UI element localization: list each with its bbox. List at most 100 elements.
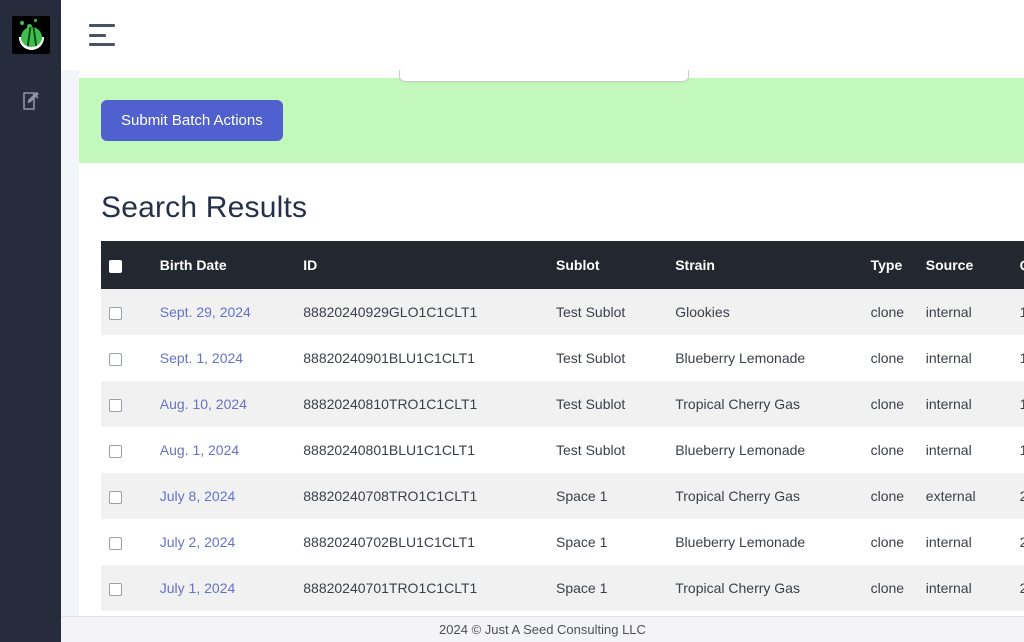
- cell-sublot: Test Sublot: [556, 396, 626, 412]
- cell-sublot: Test Sublot: [556, 304, 626, 320]
- column-header-strain[interactable]: Strain: [667, 241, 863, 289]
- results-table-body: Sept. 29, 2024 88820240929GLO1C1CLT1 Test …: [101, 289, 1024, 611]
- app-root: Submit Batch Actions Search Results Birt…: [0, 0, 1024, 642]
- row-checkbox[interactable]: [109, 398, 122, 412]
- row-select-cell: [101, 519, 152, 565]
- cell-type: clone: [870, 304, 905, 320]
- table-row: Sept. 29, 2024 88820240929GLO1C1CLT1 Test …: [101, 289, 1024, 335]
- cell-id: 88820240701TRO1C1CLT1: [303, 580, 478, 596]
- birth-date-link[interactable]: July 8, 2024: [160, 488, 236, 504]
- cell-id: 88820240702BLU1C1CLT1: [303, 534, 476, 550]
- cell-sublot: Space 1: [556, 534, 608, 550]
- cell-type: clone: [870, 488, 905, 504]
- cell-source: internal: [925, 304, 972, 320]
- edit-square-icon: [19, 89, 43, 113]
- search-results-section: Search Results Birth Date ID Sublot Stra…: [79, 191, 1024, 611]
- column-header-type[interactable]: Type: [862, 241, 918, 289]
- column-header-id[interactable]: ID: [295, 241, 549, 289]
- birth-date-link[interactable]: Sept. 29, 2024: [160, 304, 251, 320]
- content-card: Submit Batch Actions Search Results Birt…: [79, 70, 1024, 642]
- table-header-row: Birth Date ID Sublot Strain Type Source …: [101, 241, 1024, 289]
- hamburger-menu-icon[interactable]: [89, 21, 119, 49]
- sidebar: [0, 0, 61, 642]
- row-select-cell: [101, 565, 152, 611]
- sidebar-brand[interactable]: [0, 0, 61, 70]
- birth-date-link[interactable]: July 2, 2024: [160, 534, 236, 550]
- cell-type: clone: [870, 580, 905, 596]
- row-checkbox[interactable]: [109, 444, 122, 458]
- cell-strain: Blueberry Lemonade: [675, 534, 806, 550]
- row-checkbox[interactable]: [109, 490, 122, 504]
- cell-birth-date: Aug. 10, 2024: [152, 381, 295, 427]
- submit-batch-actions-button[interactable]: Submit Batch Actions: [101, 100, 283, 141]
- row-select-cell: [101, 473, 152, 519]
- results-table-head: Birth Date ID Sublot Strain Type Source …: [101, 241, 1024, 289]
- cell-quantity: 20: [1019, 534, 1024, 550]
- cell-sublot: Space 1: [556, 488, 608, 504]
- cell-source: internal: [925, 350, 972, 366]
- cell-birth-date: Sept. 1, 2024: [152, 335, 295, 381]
- cell-sublot: Test Sublot: [556, 350, 626, 366]
- results-table: Birth Date ID Sublot Strain Type Source …: [101, 241, 1024, 611]
- birth-date-link[interactable]: July 1, 2024: [160, 580, 236, 596]
- cell-strain: Tropical Cherry Gas: [675, 488, 800, 504]
- birth-date-link[interactable]: Aug. 1, 2024: [160, 442, 239, 458]
- cell-id: 88820240810TRO1C1CLT1: [303, 396, 478, 412]
- cell-id: 88820240801BLU1C1CLT1: [303, 442, 476, 458]
- row-select-cell: [101, 289, 152, 335]
- cell-source: internal: [925, 442, 972, 458]
- batch-action-select[interactable]: [399, 70, 689, 82]
- cell-quantity: 20: [1019, 488, 1024, 504]
- cell-type: clone: [870, 534, 905, 550]
- cell-type: clone: [870, 396, 905, 412]
- row-checkbox[interactable]: [109, 306, 122, 320]
- table-row: Aug. 10, 2024 88820240810TRO1C1CLT1 Test S…: [101, 381, 1024, 427]
- cell-quantity: 10: [1019, 442, 1024, 458]
- cell-quantity: 10: [1019, 396, 1024, 412]
- sidebar-item-edit[interactable]: [0, 78, 61, 124]
- birth-date-link[interactable]: Aug. 10, 2024: [160, 396, 247, 412]
- sidebar-nav-list: [0, 70, 61, 124]
- cell-quantity: 10: [1019, 304, 1024, 320]
- cell-id: 88820240708TRO1C1CLT1: [303, 488, 478, 504]
- cell-strain: Tropical Cherry Gas: [675, 396, 800, 412]
- cell-source: internal: [925, 580, 972, 596]
- cell-strain: Blueberry Lemonade: [675, 350, 806, 366]
- cell-strain: Glookies: [675, 304, 730, 320]
- table-row: Sept. 1, 2024 88820240901BLU1C1CLT1 Test S…: [101, 335, 1024, 381]
- seed-logo-icon: [11, 16, 50, 54]
- row-checkbox[interactable]: [109, 582, 122, 596]
- cell-birth-date: July 8, 2024: [152, 473, 295, 519]
- cell-quantity: 20: [1019, 580, 1024, 596]
- cell-strain: Tropical Cherry Gas: [675, 580, 800, 596]
- cell-strain: Blueberry Lemonade: [675, 442, 806, 458]
- cell-id: 88820240929GLO1C1CLT1: [303, 304, 478, 320]
- birth-date-link[interactable]: Sept. 1, 2024: [160, 350, 243, 366]
- cell-sublot: Space 1: [556, 580, 608, 596]
- top-header-bar: [61, 0, 1024, 70]
- cell-sublot: Test Sublot: [556, 442, 626, 458]
- page-title: Search Results: [101, 191, 308, 224]
- row-select-cell: [101, 381, 152, 427]
- row-select-cell: [101, 427, 152, 473]
- select-all-checkbox[interactable]: [109, 259, 122, 273]
- footer-copyright: 2024 © Just A Seed Consulting LLC: [439, 622, 646, 637]
- column-header-birth-date[interactable]: Birth Date: [151, 241, 296, 289]
- column-header-sublot[interactable]: Sublot: [548, 241, 668, 289]
- table-row: Aug. 1, 2024 88820240801BLU1C1CLT1 Test Su…: [101, 427, 1024, 473]
- table-row: July 1, 2024 88820240701TRO1C1CLT1 Space 1…: [101, 565, 1024, 611]
- cell-type: clone: [870, 442, 905, 458]
- cell-birth-date: Sept. 29, 2024: [152, 289, 295, 335]
- select-all-header: [101, 241, 152, 289]
- table-row: July 2, 2024 88820240702BLU1C1CLT1 Space 1…: [101, 519, 1024, 565]
- row-checkbox[interactable]: [109, 536, 122, 550]
- batch-actions-panel: Submit Batch Actions: [79, 70, 1024, 163]
- row-checkbox[interactable]: [109, 352, 122, 366]
- cell-birth-date: July 1, 2024: [152, 565, 295, 611]
- cell-quantity: 10: [1019, 350, 1024, 366]
- table-row: July 8, 2024 88820240708TRO1C1CLT1 Space 1…: [101, 473, 1024, 519]
- cell-source: external: [925, 488, 976, 504]
- cell-birth-date: Aug. 1, 2024: [152, 427, 295, 473]
- column-header-quantity[interactable]: Quantity: [1011, 241, 1024, 289]
- column-header-source[interactable]: Source: [917, 241, 1012, 289]
